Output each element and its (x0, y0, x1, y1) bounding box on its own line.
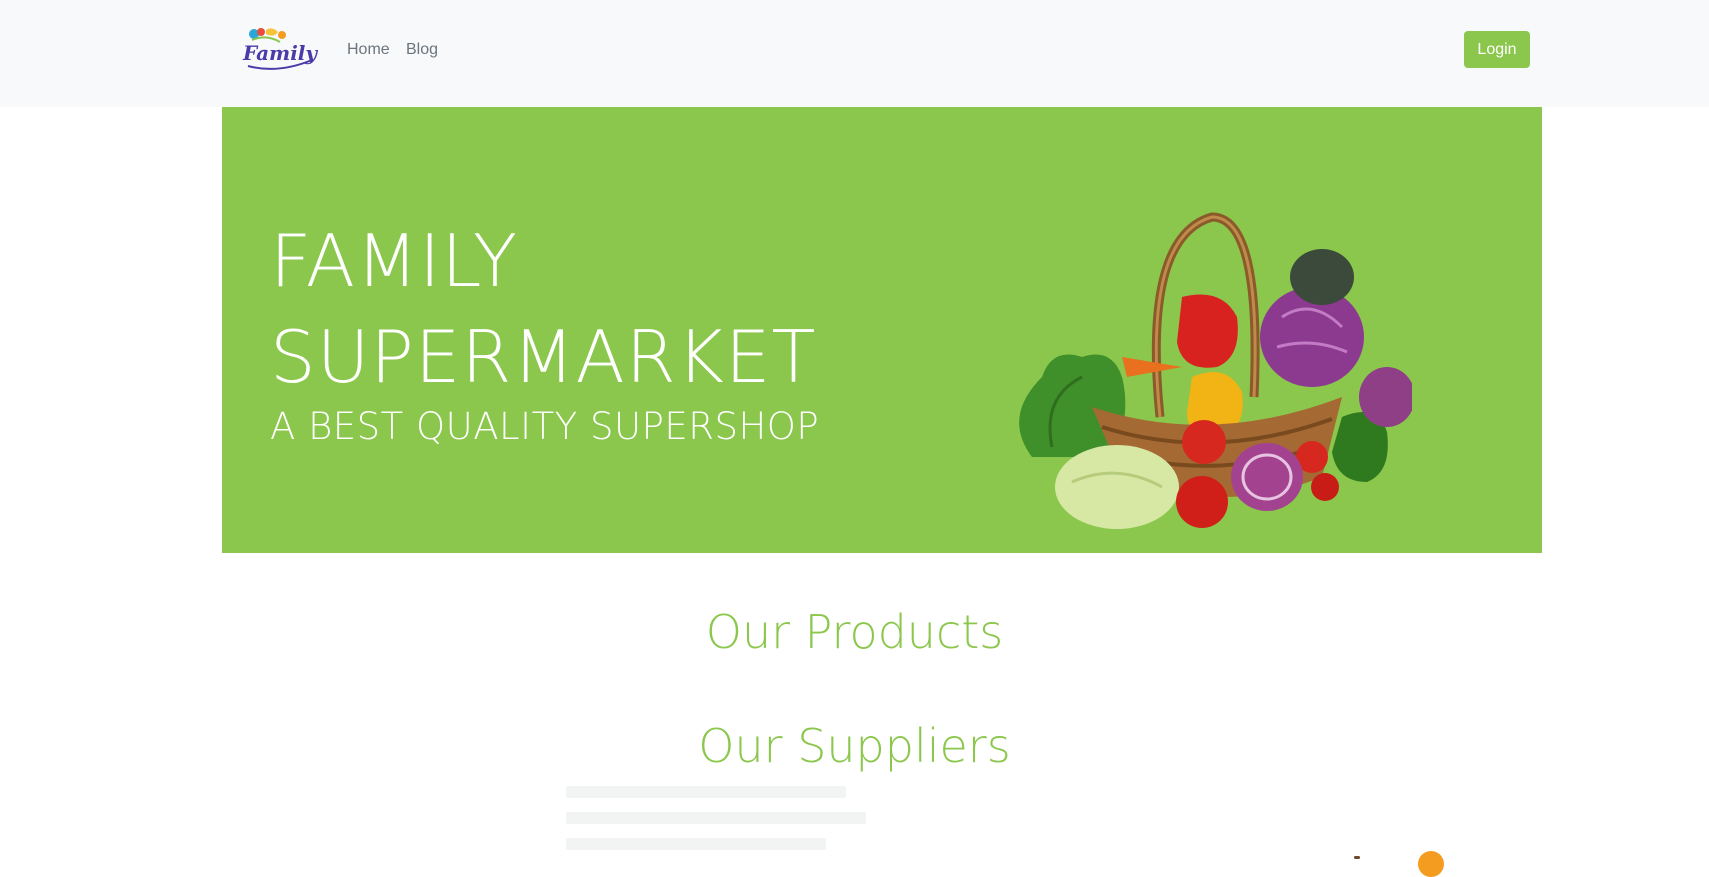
login-button[interactable]: Login (1464, 31, 1530, 68)
family-logo-icon[interactable]: Family (242, 26, 318, 72)
hero-banner: FAMILY SUPERMARKET A BEST QUALITY SUPERS… (222, 107, 1542, 553)
hero-title: FAMILY SUPERMARKET (270, 213, 870, 405)
hero-title-line2: SUPERMARKET (270, 315, 817, 399)
nav-link-home[interactable]: Home (347, 40, 390, 60)
suppliers-heading: Our Suppliers (698, 719, 1011, 773)
navbar: Family Home Blog Login (0, 0, 1709, 107)
nav-link-blog[interactable]: Blog (406, 40, 438, 60)
products-heading: Our Products (705, 605, 1004, 659)
hero-subtitle: A BEST QUALITY SUPERSHOP (270, 405, 820, 448)
hero-title-line1: FAMILY (270, 219, 518, 303)
vegetable-basket-icon (992, 157, 1415, 537)
faded-supplier-placeholder (566, 786, 866, 859)
orange-fruit-icon (1418, 851, 1444, 877)
